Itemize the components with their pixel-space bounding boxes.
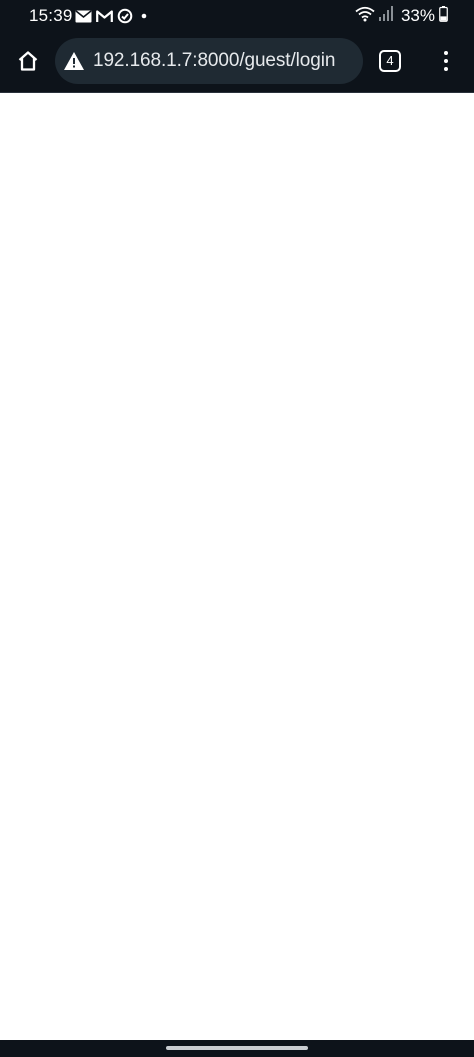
- wifi-icon: [355, 6, 375, 27]
- browser-toolbar: 192.168.1.7:8000/guest/login 4: [0, 32, 474, 93]
- signal-icon: [378, 6, 393, 26]
- notification-icons: [75, 7, 151, 25]
- more-vert-icon-dot: [444, 59, 448, 63]
- home-icon: [18, 51, 38, 71]
- dot-icon: [137, 9, 151, 23]
- more-vert-icon: [444, 51, 448, 55]
- more-menu-button[interactable]: [430, 46, 462, 76]
- home-button[interactable]: [10, 43, 46, 79]
- sync-icon: [117, 8, 133, 24]
- status-time: 15:39: [29, 6, 73, 25]
- navigation-bar: [0, 1040, 474, 1057]
- phone-screen: 15:39 33% 192.168.1.7:8000/guest/login 4: [0, 0, 474, 1057]
- status-bar: 15:39 33%: [0, 0, 474, 32]
- battery-icon: [439, 5, 448, 27]
- more-vert-icon-dot: [444, 67, 448, 71]
- system-icons: 33%: [355, 5, 448, 27]
- warning-icon[interactable]: [63, 51, 85, 71]
- url-bar[interactable]: 192.168.1.7:8000/guest/login: [55, 38, 363, 84]
- tab-switcher-button[interactable]: 4: [379, 50, 401, 72]
- battery-percentage: 33%: [400, 6, 435, 25]
- url-text[interactable]: 192.168.1.7:8000/guest/login: [93, 50, 335, 72]
- gmail-icon: [96, 9, 113, 23]
- email-icon: [75, 9, 92, 23]
- web-page-content[interactable]: [0, 93, 474, 1040]
- gesture-handle[interactable]: [166, 1046, 308, 1050]
